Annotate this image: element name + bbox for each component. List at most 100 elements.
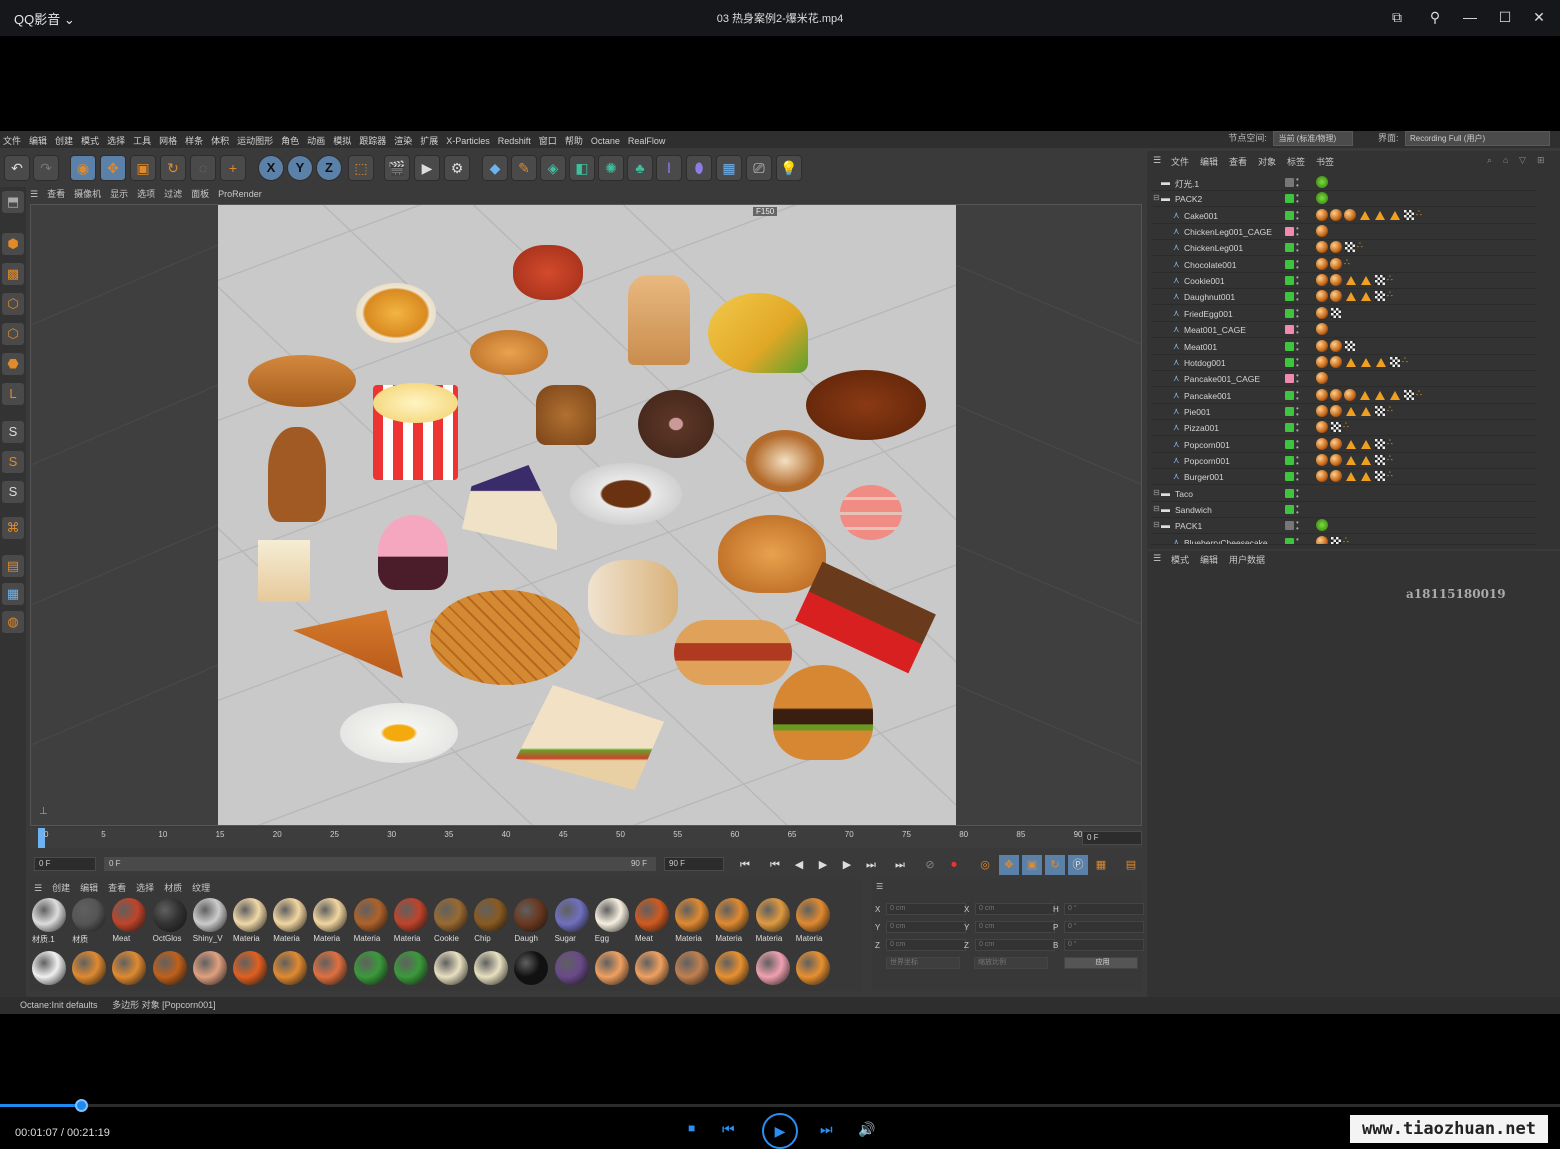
menu-item[interactable]: 帮助: [562, 131, 588, 147]
seek-bar[interactable]: [0, 1099, 1560, 1112]
material-swatch[interactable]: [755, 898, 790, 932]
render-visibility-dots[interactable]: ••: [1296, 225, 1299, 239]
material-tag-icon[interactable]: [1316, 355, 1328, 368]
render-visibility-dots[interactable]: ••: [1296, 306, 1299, 320]
material-tag-icon[interactable]: [1330, 404, 1342, 417]
scale-tool-icon[interactable]: ▣: [130, 155, 156, 181]
material-swatch[interactable]: [514, 898, 549, 932]
material-swatch[interactable]: [233, 898, 267, 932]
material-menu-item[interactable]: 查看: [108, 883, 126, 893]
camera-icon[interactable]: ⎚: [746, 155, 772, 181]
selection-tag-icon[interactable]: ∴: [1344, 257, 1350, 268]
octane-object-tag-icon[interactable]: [1346, 406, 1356, 416]
material-tag-icon[interactable]: [1344, 388, 1356, 401]
move-tool-icon[interactable]: ✥: [100, 155, 126, 181]
play-button[interactable]: ▶: [762, 1113, 798, 1149]
visibility-check[interactable]: [1285, 537, 1294, 544]
snap-icon[interactable]: S: [2, 421, 24, 443]
world-coord-dropdown[interactable]: 世界坐标: [886, 957, 960, 969]
menu-item[interactable]: 模式: [78, 131, 104, 147]
object-mode-icon[interactable]: ⬢: [2, 233, 24, 255]
material-tag-icon[interactable]: [1330, 257, 1342, 270]
material-tag-icon[interactable]: [1316, 323, 1328, 336]
menu-item[interactable]: 动画: [304, 131, 330, 147]
visibility-check[interactable]: [1285, 439, 1294, 449]
previous-icon[interactable]: ⏮: [722, 1121, 735, 1138]
selection-tag-icon[interactable]: ∴: [1357, 240, 1363, 251]
object-menu-item[interactable]: 对象: [1258, 155, 1276, 168]
selection-tag-icon[interactable]: ∴: [1416, 208, 1422, 219]
material-tag-icon[interactable]: [1330, 339, 1342, 352]
close-icon[interactable]: ✕: [1527, 6, 1551, 28]
material-swatch[interactable]: [715, 898, 750, 932]
key-rotation-icon[interactable]: ↻: [1045, 855, 1065, 875]
material-swatch[interactable]: [554, 898, 589, 932]
material-tag-icon[interactable]: [1316, 257, 1328, 270]
material-tag-icon[interactable]: [1330, 470, 1342, 483]
attribute-menu-item[interactable]: 用户数据: [1229, 553, 1265, 566]
coord-field[interactable]: 0 cm: [886, 939, 966, 951]
material-swatch[interactable]: [434, 898, 468, 932]
octane-object-tag-icon[interactable]: [1346, 357, 1356, 367]
field-icon[interactable]: ⬮: [686, 155, 712, 181]
viewport-menu-item[interactable]: 摄像机: [74, 187, 101, 200]
maximize-icon[interactable]: ☐: [1493, 6, 1517, 28]
material-swatch[interactable]: [313, 951, 348, 985]
home-icon[interactable]: ⌂: [1503, 155, 1508, 165]
octane-object-tag-icon[interactable]: [1361, 292, 1371, 302]
key-pla-icon[interactable]: ▦: [1091, 855, 1111, 875]
autokey-icon[interactable]: ⏺: [944, 855, 964, 875]
object-row[interactable]: ⋏ BlueberryCheesecake •• ∴: [1151, 535, 1536, 545]
visibility-check[interactable]: [1285, 406, 1294, 416]
material-tag-icon[interactable]: [1316, 290, 1328, 303]
uvw-tag-icon[interactable]: [1375, 438, 1385, 449]
visibility-check[interactable]: [1285, 455, 1294, 465]
material-tag-icon[interactable]: [1316, 274, 1328, 287]
menu-item[interactable]: 跟踪器: [356, 131, 391, 147]
render-visibility-dots[interactable]: ••: [1296, 437, 1299, 451]
render-visibility-dots[interactable]: ••: [1296, 176, 1299, 190]
menu-item[interactable]: RealFlow: [625, 133, 671, 146]
record-off-icon[interactable]: ⊘: [920, 855, 940, 875]
object-row[interactable]: ⊟ ▬ PACK1 • •: [1151, 518, 1536, 535]
coord-field[interactable]: 0 °: [1064, 903, 1144, 915]
uvw-tag-icon[interactable]: [1404, 389, 1414, 400]
visibility-check[interactable]: [1285, 227, 1294, 237]
visibility-check[interactable]: [1285, 194, 1294, 204]
object-row[interactable]: ⋏ Popcorn001 • • ∴: [1151, 437, 1536, 453]
filter-icon[interactable]: ▽: [1519, 155, 1526, 166]
menu-item[interactable]: 窗口: [536, 131, 562, 147]
material-menu-item[interactable]: 选择: [136, 883, 154, 893]
viewport-menu-item[interactable]: 过滤: [164, 187, 182, 200]
object-row[interactable]: ⋏ Chocolate001 • • ∴: [1151, 257, 1536, 273]
model-mode-icon[interactable]: ⬒: [2, 191, 24, 213]
selection-tag-icon[interactable]: ∴: [1387, 289, 1393, 300]
scale-mode-dropdown[interactable]: 缩放比例: [974, 957, 1048, 969]
rotate-tool-icon[interactable]: ↻: [160, 155, 186, 181]
material-swatch[interactable]: [795, 951, 830, 985]
magnet-icon[interactable]: ⌘: [2, 517, 24, 539]
visibility-check[interactable]: [1285, 178, 1294, 187]
object-row[interactable]: ⊟ ▬ Sandwich • •: [1151, 502, 1536, 518]
octane-object-tag-icon[interactable]: [1361, 455, 1371, 465]
octane-object-tag-icon[interactable]: [1361, 406, 1371, 416]
menu-item[interactable]: 渲染: [391, 131, 417, 147]
selection-tool-icon[interactable]: ◉: [70, 155, 96, 181]
material-swatch[interactable]: [32, 898, 66, 932]
octane-object-tag-icon[interactable]: [1376, 357, 1386, 367]
material-tag-icon[interactable]: [1330, 437, 1342, 450]
selection-tag-icon[interactable]: ∴: [1416, 388, 1422, 399]
mograph-icon[interactable]: ♣: [627, 155, 653, 181]
material-tag-icon[interactable]: [1316, 372, 1328, 385]
object-row[interactable]: ⋏ ChickenLeg001_CAGE • •: [1151, 224, 1536, 241]
cube-icon[interactable]: ◆: [482, 155, 508, 181]
menu-item[interactable]: Redshift: [495, 133, 536, 146]
selection-tag-icon[interactable]: ∴: [1343, 420, 1349, 431]
search-icon[interactable]: ⌕: [1487, 155, 1492, 166]
material-tag-icon[interactable]: [1330, 290, 1342, 303]
render-visibility-dots[interactable]: ••: [1296, 453, 1299, 467]
render-picture-viewer-icon[interactable]: ▶: [414, 155, 440, 181]
material-tag-icon[interactable]: [1330, 355, 1342, 368]
render-visibility-dots[interactable]: ••: [1296, 486, 1299, 500]
octane-object-tag-icon[interactable]: [1346, 292, 1356, 302]
